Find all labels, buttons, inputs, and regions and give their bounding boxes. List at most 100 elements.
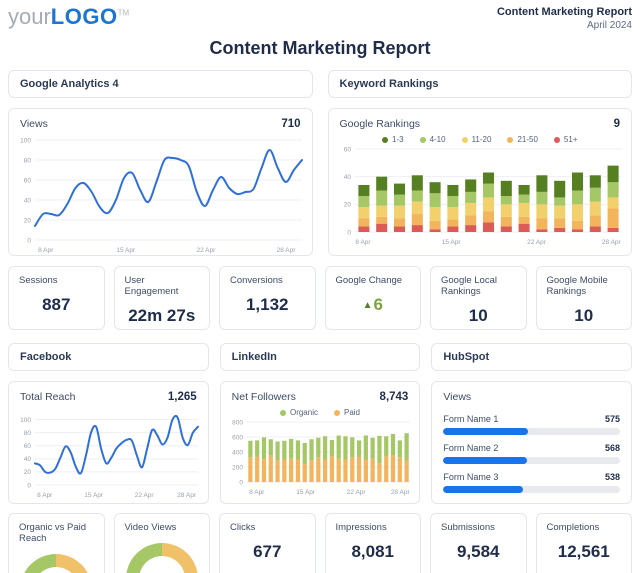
legend-dot-icon	[420, 137, 426, 143]
views-chart-title: Views	[20, 118, 48, 130]
stat-card-clicks: Clicks 677	[219, 513, 316, 573]
svg-text:20: 20	[343, 202, 351, 209]
report-meta-date: April 2024	[497, 20, 632, 31]
hubspot-views-title: Views	[443, 391, 471, 403]
google-rankings-bar-chart: 0 20 40 60 8 Apr 15 Apr 22 Apr 28 Apr	[329, 144, 632, 247]
svg-text:60: 60	[24, 443, 32, 450]
svg-text:80: 80	[24, 157, 32, 164]
video-views-donut-chart	[126, 543, 198, 573]
svg-text:8 Apr: 8 Apr	[37, 492, 53, 499]
svg-text:15 Apr: 15 Apr	[116, 247, 136, 254]
logo-trademark: TM	[118, 9, 130, 18]
views-chart-card: Views 710 0204060801008 Apr15 Apr22 Apr2…	[8, 108, 313, 256]
form-progress-row: Form Name 2 568	[432, 443, 631, 464]
progress-track	[443, 428, 620, 435]
progress-track	[443, 486, 620, 493]
svg-text:60: 60	[24, 177, 32, 184]
form-progress-row: Form Name 3 538	[432, 472, 631, 493]
middle-charts-row: Total Reach 1,265 0204060801008 Apr15 Ap…	[8, 381, 632, 504]
svg-text:20: 20	[24, 217, 32, 224]
section-header-keyword-rankings: Keyword Rankings	[328, 70, 633, 98]
page-title: Content Marketing Report	[8, 38, 632, 59]
section-header-row-2: Facebook LinkedIn HubSpot	[8, 343, 632, 371]
svg-text:8 Apr: 8 Apr	[355, 239, 371, 246]
views-chart-total: 710	[281, 118, 300, 130]
svg-text:8 Apr: 8 Apr	[38, 247, 54, 254]
svg-text:0: 0	[239, 479, 243, 486]
svg-text:40: 40	[343, 174, 351, 181]
legend-item: 51+	[554, 135, 578, 144]
stats-row: Sessions 887 User Engagement 22m 27s Con…	[8, 266, 632, 330]
legend-item: 11-20	[462, 135, 492, 144]
legend-item: Organic	[280, 408, 318, 417]
stat-card-impressions: Impressions 8,081	[325, 513, 422, 573]
legend-dot-icon	[334, 410, 340, 416]
svg-text:22 Apr: 22 Apr	[527, 239, 547, 246]
svg-text:40: 40	[24, 197, 32, 204]
report-page: yourLOGOTM Content Marketing Report Apri…	[0, 0, 640, 573]
svg-text:15 Apr: 15 Apr	[441, 239, 461, 246]
stat-card-sessions: Sessions 887	[8, 266, 105, 330]
google-rankings-chart-card: Google Rankings 9 1-34-1011-2021-5051+ 0…	[328, 108, 633, 256]
svg-text:20: 20	[24, 469, 32, 476]
svg-text:28 Apr: 28 Apr	[390, 489, 410, 496]
legend-item: 1-3	[382, 135, 404, 144]
svg-text:60: 60	[343, 146, 351, 153]
up-arrow-icon: ▲	[363, 300, 373, 311]
svg-text:0: 0	[347, 229, 351, 236]
net-followers-chart-card: Net Followers 8,743 OrganicPaid 02004006…	[220, 381, 421, 504]
svg-text:200: 200	[232, 464, 243, 471]
stat-card-google-local-rankings: Google Local Rankings 10	[430, 266, 527, 330]
legend-dot-icon	[507, 137, 513, 143]
svg-text:100: 100	[20, 137, 31, 144]
total-reach-chart-title: Total Reach	[20, 391, 75, 403]
legend-item: Paid	[334, 408, 360, 417]
legend-dot-icon	[280, 410, 286, 416]
logo-text-your: your	[8, 4, 51, 29]
legend-item: 21-50	[507, 135, 537, 144]
stat-card-submissions: Submissions 9,584	[430, 513, 527, 573]
hubspot-views-card: Views Form Name 1 575 Form Name 2 568 Fo…	[431, 381, 632, 504]
organic-vs-paid-donut-chart	[20, 554, 92, 573]
legend-dot-icon	[382, 137, 388, 143]
logo-text-brand: LOGO	[51, 4, 118, 29]
stat-card-completions: Completions 12,561	[536, 513, 633, 573]
google-rankings-legend: 1-34-1011-2021-5051+	[329, 133, 632, 144]
views-line-chart: 0204060801008 Apr15 Apr22 Apr28 Apr	[9, 133, 312, 255]
total-reach-chart-card: Total Reach 1,265 0204060801008 Apr15 Ap…	[8, 381, 209, 504]
form-progress-row: Form Name 1 575	[432, 414, 631, 435]
svg-text:800: 800	[232, 419, 243, 426]
svg-text:80: 80	[24, 430, 32, 437]
bottom-row: Organic vs Paid Reach Video Views Clicks…	[8, 513, 632, 573]
svg-text:28 Apr: 28 Apr	[601, 239, 621, 246]
progress-fill	[443, 428, 528, 435]
progress-track	[443, 457, 620, 464]
stat-card-google-change: Google Change ▲6	[325, 266, 422, 330]
section-header-facebook: Facebook	[8, 343, 209, 371]
svg-text:22 Apr: 22 Apr	[346, 489, 366, 496]
svg-text:15 Apr: 15 Apr	[84, 492, 104, 499]
progress-fill	[443, 486, 522, 493]
net-followers-chart-title: Net Followers	[232, 391, 296, 403]
svg-text:0: 0	[27, 482, 31, 489]
section-header-hubspot: HubSpot	[431, 343, 632, 371]
video-views-card: Video Views	[114, 513, 211, 573]
svg-text:400: 400	[232, 449, 243, 456]
svg-text:28 Apr: 28 Apr	[177, 492, 197, 499]
google-rankings-chart-total: 9	[614, 118, 620, 130]
progress-fill	[443, 457, 527, 464]
svg-text:8 Apr: 8 Apr	[249, 489, 265, 496]
svg-text:40: 40	[24, 456, 32, 463]
stat-card-user-engagement: User Engagement 22m 27s	[114, 266, 211, 330]
total-reach-line-chart: 0204060801008 Apr15 Apr22 Apr28 Apr	[9, 406, 208, 500]
svg-text:0: 0	[27, 237, 31, 244]
section-header-linkedin: LinkedIn	[220, 343, 421, 371]
report-meta-title: Content Marketing Report	[497, 6, 632, 18]
net-followers-bar-chart: 02004006008008 Apr15 Apr22 Apr28 Apr	[221, 417, 420, 497]
section-header-google-analytics: Google Analytics 4	[8, 70, 313, 98]
google-rankings-chart-title: Google Rankings	[340, 118, 421, 130]
svg-text:22 Apr: 22 Apr	[196, 247, 216, 254]
legend-dot-icon	[462, 137, 468, 143]
svg-text:100: 100	[20, 417, 31, 424]
organic-vs-paid-reach-card: Organic vs Paid Reach	[8, 513, 105, 573]
